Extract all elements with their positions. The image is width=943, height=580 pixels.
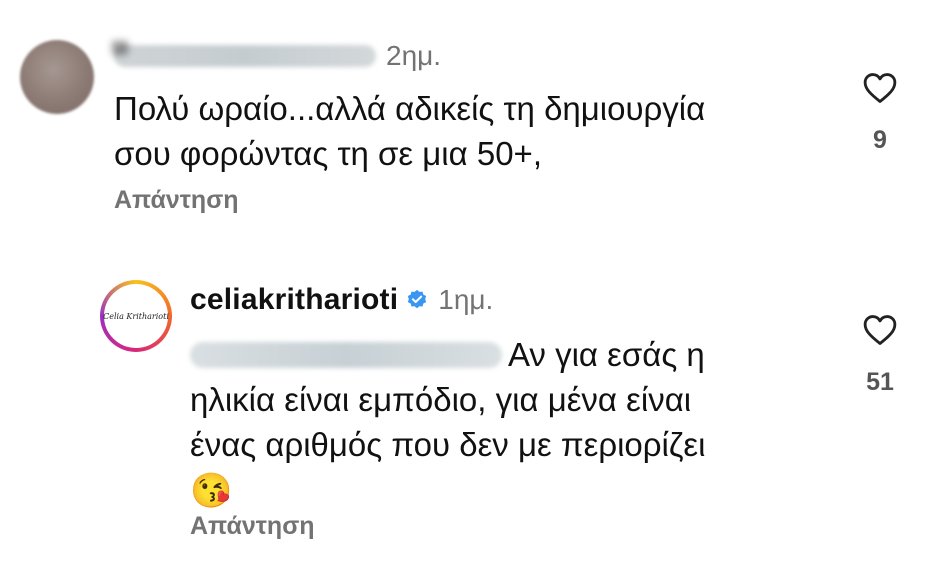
blurred-mention[interactable] [190,342,502,368]
comment-time: 2ημ. [386,40,442,71]
avatar-logo: Celia Kritharioti [103,311,169,321]
comment-header: celiakritharioti 1ημ. [190,282,493,318]
verified-badge-icon [408,289,427,309]
comment-text-segment: Αν για εσάς η [508,336,705,373]
reply-button[interactable]: Απάντηση [190,512,315,541]
comment: 2ημ. Πολύ ωραίο...αλλά αδικείς τη δημιου… [0,0,943,240]
comment-text: Πολύ ωραίο...αλλά αδικείς τη δημιουργία … [114,86,814,176]
avatar[interactable] [20,40,94,114]
like-column: 51 [850,314,910,397]
comment-text-line: σου φορώντας τη σε μια 50+, [114,135,542,172]
reply-button[interactable]: Απάντηση [114,186,239,215]
avatar-inner: Celia Kritharioti [103,284,169,348]
comment-header: 2ημ. [114,38,441,74]
comment-text-line: Πολύ ωραίο...αλλά αδικείς τη δημιουργία [114,90,706,127]
comment-time: 1ημ. [438,284,494,315]
comment-text-line: Αν για εσάς η [190,332,830,377]
username[interactable]: celiakritharioti [190,282,398,318]
like-count: 51 [866,368,894,396]
avatar[interactable]: Celia Kritharioti [100,280,172,352]
comment-text-line: ένας αριθμός που δεν με περιορίζει [190,426,706,463]
comment: Celia Kritharioti celiakritharioti 1ημ. … [0,260,943,580]
comment-text-line: ηλικία είναι εμπόδιο, για μένα είναι [190,381,692,418]
blurred-username[interactable] [114,45,376,67]
heart-outline-icon[interactable] [863,72,897,104]
kiss-emoji: 😘 [190,472,233,510]
heart-outline-icon[interactable] [863,314,897,346]
like-column: 9 [850,72,910,155]
like-count: 9 [873,126,887,154]
comment-text: Αν για εσάς η ηλικία είναι εμπόδιο, για … [190,332,830,515]
